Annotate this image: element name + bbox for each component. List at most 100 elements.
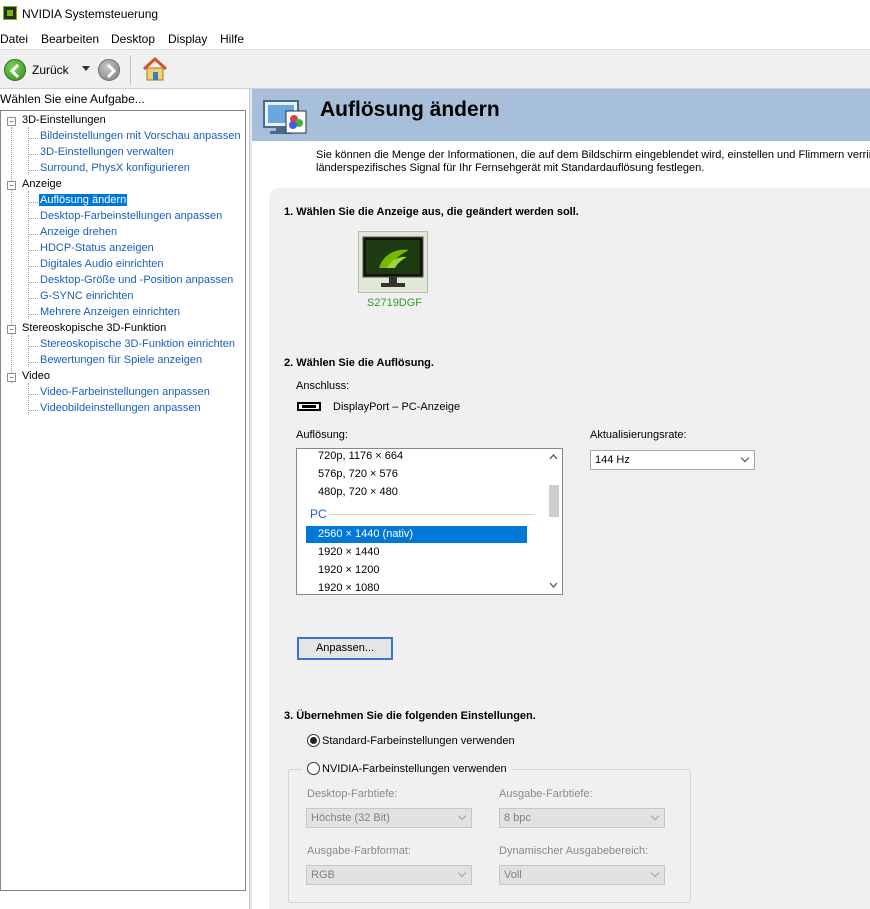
menu-bearbeiten[interactable]: Bearbeiten xyxy=(41,32,99,46)
tree-link[interactable]: Digitales Audio einrichten xyxy=(39,258,165,270)
tree-link[interactable]: Video-Farbeinstellungen anpassen xyxy=(39,386,211,398)
tree-link[interactable]: Anzeige drehen xyxy=(39,226,118,238)
tree-link-selected[interactable]: Auflösung ändern xyxy=(39,194,128,206)
tree-item-mehrere[interactable]: Mehrere Anzeigen einrichten xyxy=(1,306,245,322)
tree-category-label: Stereoskopische 3D-Funktion xyxy=(22,322,167,334)
task-header: Wählen Sie eine Aufgabe... xyxy=(0,92,145,106)
collapse-icon[interactable]: − xyxy=(7,117,16,126)
tree-item-gsync[interactable]: G-SYNC einrichten xyxy=(1,290,245,306)
back-arrow-icon[interactable] xyxy=(4,59,26,81)
tree-item-groesse[interactable]: Desktop-Größe und -Position anpassen xyxy=(1,274,245,290)
scroll-down-icon[interactable] xyxy=(549,582,558,588)
tree-category-3d[interactable]: − 3D-Einstellungen xyxy=(1,114,245,130)
desktop-depth-select[interactable]: Höchste (32 Bit) xyxy=(306,808,472,828)
output-depth-label: Ausgabe-Farbtiefe: xyxy=(499,788,593,800)
connection-label: Anschluss: xyxy=(296,380,350,392)
tree-link[interactable]: Surround, PhysX konfigurieren xyxy=(39,162,191,174)
radio-nvidia-label[interactable]: NVIDIA-Farbeinstellungen verwenden xyxy=(322,763,507,775)
output-depth-select[interactable]: 8 bpc xyxy=(499,808,665,828)
refresh-rate-select[interactable]: 144 Hz xyxy=(590,450,755,470)
resolution-listbox[interactable]: 720p, 1176 × 664 576p, 720 × 576 480p, 7… xyxy=(296,448,563,595)
tree-category-stereo[interactable]: − Stereoskopische 3D-Funktion xyxy=(1,322,245,338)
description-line: Sie können die Menge der Informationen, … xyxy=(316,149,870,161)
step2-title: 2. Wählen Sie die Auflösung. xyxy=(284,357,434,369)
back-button[interactable]: Zurück xyxy=(32,63,69,77)
tree-item-video-farb[interactable]: Video-Farbeinstellungen anpassen xyxy=(1,386,245,402)
resolution-group-pc: PC xyxy=(310,507,327,521)
tree-item-aufloesung[interactable]: Auflösung ändern xyxy=(1,194,245,210)
tree-category-anzeige[interactable]: − Anzeige xyxy=(1,178,245,194)
nvidia-app-icon xyxy=(3,6,17,20)
tree-item-bewertungen[interactable]: Bewertungen für Spiele anzeigen xyxy=(1,354,245,370)
tree-link[interactable]: G-SYNC einrichten xyxy=(39,290,135,302)
tree-category-video[interactable]: − Video xyxy=(1,370,245,386)
menu-datei[interactable]: Datei xyxy=(0,32,28,46)
menu-desktop[interactable]: Desktop xyxy=(111,32,155,46)
tree-item-hdcp[interactable]: HDCP-Status anzeigen xyxy=(1,242,245,258)
listbox-scrollbar[interactable] xyxy=(545,449,562,594)
title-bar: NVIDIA Systemsteuerung xyxy=(0,0,870,28)
tree-link[interactable]: Videobildeinstellungen anpassen xyxy=(39,402,202,414)
displayport-icon xyxy=(297,402,321,411)
tree-link[interactable]: 3D-Einstellungen verwalten xyxy=(39,146,175,158)
panel-splitter[interactable] xyxy=(249,89,252,909)
tree-item-surround[interactable]: Surround, PhysX konfigurieren xyxy=(1,162,245,178)
chevron-down-icon xyxy=(740,453,750,463)
tree-item-bildeinstellungen[interactable]: Bildeinstellungen mit Vorschau anpassen xyxy=(1,130,245,146)
desktop-depth-value: Höchste (32 Bit) xyxy=(311,812,390,824)
forward-arrow-icon[interactable] xyxy=(98,59,120,81)
step1-title: 1. Wählen Sie die Anzeige aus, die geänd… xyxy=(284,206,579,218)
resolution-option[interactable]: 480p, 720 × 480 xyxy=(318,486,398,498)
tree-category-label: Video xyxy=(22,370,50,382)
resolution-option[interactable]: 1920 × 1200 xyxy=(318,564,379,576)
scroll-up-icon[interactable] xyxy=(549,454,558,460)
menu-hilfe[interactable]: Hilfe xyxy=(220,32,244,46)
resolution-option[interactable]: 1920 × 1080 xyxy=(318,582,379,594)
radio-default-colors[interactable] xyxy=(307,734,320,747)
menu-display[interactable]: Display xyxy=(168,32,207,46)
tree-link[interactable]: Desktop-Größe und -Position anpassen xyxy=(39,274,234,286)
tree-link[interactable]: Bildeinstellungen mit Vorschau anpassen xyxy=(39,130,242,142)
tree-item-drehen[interactable]: Anzeige drehen xyxy=(1,226,245,242)
dynamic-range-select[interactable]: Voll xyxy=(499,865,665,885)
tree-link[interactable]: Mehrere Anzeigen einrichten xyxy=(39,306,181,318)
display-settings-icon xyxy=(263,100,307,134)
page-description: Sie können die Menge der Informationen, … xyxy=(316,149,870,175)
resolution-label: Auflösung: xyxy=(296,429,348,441)
scrollbar-thumb[interactable] xyxy=(549,485,559,517)
group-divider xyxy=(329,514,535,515)
monitor-icon xyxy=(362,236,424,287)
tree-item-videobild[interactable]: Videobildeinstellungen anpassen xyxy=(1,402,245,418)
collapse-icon[interactable]: − xyxy=(7,325,16,334)
output-format-select[interactable]: RGB xyxy=(306,865,472,885)
resolution-option[interactable]: 1920 × 1440 xyxy=(318,546,379,558)
refresh-rate-value: 144 Hz xyxy=(595,454,630,466)
tree-item-3d-verwalten[interactable]: 3D-Einstellungen verwalten xyxy=(1,146,245,162)
tree-link[interactable]: Desktop-Farbeinstellungen anpassen xyxy=(39,210,223,222)
chevron-down-icon xyxy=(457,868,467,878)
resolution-option-selected[interactable]: 2560 × 1440 (nativ) xyxy=(306,526,527,543)
display-name[interactable]: S2719DGF xyxy=(367,297,422,309)
tree-link[interactable]: Stereoskopische 3D-Funktion einrichten xyxy=(39,338,236,350)
radio-nvidia-colors[interactable] xyxy=(307,762,320,775)
home-icon[interactable] xyxy=(142,57,168,81)
connection-value: DisplayPort – PC-Anzeige xyxy=(333,401,461,413)
tree-item-stereo-einrichten[interactable]: Stereoskopische 3D-Funktion einrichten xyxy=(1,338,245,354)
tree-link[interactable]: Bewertungen für Spiele anzeigen xyxy=(39,354,203,366)
tree-category-label: 3D-Einstellungen xyxy=(22,114,106,126)
collapse-icon[interactable]: − xyxy=(7,181,16,190)
radio-default-label[interactable]: Standard-Farbeinstellungen verwenden xyxy=(322,735,515,747)
output-format-label: Ausgabe-Farbformat: xyxy=(307,845,411,857)
resolution-option[interactable]: 576p, 720 × 576 xyxy=(318,468,398,480)
tree-item-desktop-farb[interactable]: Desktop-Farbeinstellungen anpassen xyxy=(1,210,245,226)
tree-category-label: Anzeige xyxy=(22,178,62,190)
dynamic-range-label: Dynamischer Ausgabebereich: xyxy=(499,845,649,857)
back-dropdown-icon[interactable] xyxy=(82,66,90,71)
customize-button[interactable]: Anpassen... xyxy=(297,637,393,660)
collapse-icon[interactable]: − xyxy=(7,373,16,382)
tree-item-audio[interactable]: Digitales Audio einrichten xyxy=(1,258,245,274)
resolution-option[interactable]: 720p, 1176 × 664 xyxy=(318,450,403,462)
display-thumbnail[interactable] xyxy=(358,231,428,293)
tree-link[interactable]: HDCP-Status anzeigen xyxy=(39,242,155,254)
dynamic-range-value: Voll xyxy=(504,869,522,881)
